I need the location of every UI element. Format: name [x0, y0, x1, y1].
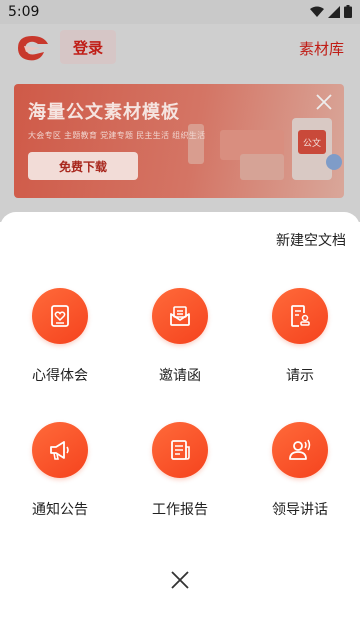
template-item-qingshi[interactable]: 请示 [240, 288, 360, 385]
banner-subtitle: 大会专区 主题教育 党建专题 民主生活 组织生活 [28, 131, 206, 140]
speaker-person-icon [289, 439, 311, 460]
battery-icon [344, 5, 352, 18]
megaphone-icon [50, 441, 69, 460]
template-icon-circle[interactable] [152, 422, 208, 478]
status-time: 5:09 [8, 4, 40, 20]
banner-decoration [240, 154, 284, 180]
status-bar: 5:09 [0, 0, 360, 24]
new-blank-doc-link[interactable]: 新建空文档 [276, 230, 346, 250]
signal-icon [328, 5, 340, 18]
template-label: 邀请函 [159, 368, 201, 384]
app-logo-icon[interactable] [14, 32, 50, 64]
template-item-yaoqinghan[interactable]: 邀请函 [120, 288, 240, 385]
template-label: 心得体会 [32, 368, 88, 384]
login-button[interactable]: 登录 [60, 30, 116, 64]
new-document-sheet: 新建空文档 心得体会 邀请函 请示 通知公告 工作报告 领导讲话 [0, 212, 360, 640]
template-label: 请示 [286, 368, 314, 384]
banner-close-icon[interactable] [312, 90, 336, 114]
heart-note-icon [51, 305, 69, 327]
app-header: 登录 素材库 [0, 24, 360, 72]
template-label: 领导讲话 [272, 502, 328, 518]
close-icon[interactable] [168, 568, 192, 592]
envelope-icon [170, 306, 190, 326]
free-download-button[interactable]: 免费下载 [28, 152, 138, 180]
template-icon-circle[interactable] [32, 422, 88, 478]
template-icon-circle[interactable] [272, 422, 328, 478]
report-icon [171, 440, 190, 460]
template-icon-circle[interactable] [272, 288, 328, 344]
library-link[interactable]: 素材库 [299, 38, 344, 59]
banner-decoration [326, 154, 342, 170]
template-icon-circle[interactable] [152, 288, 208, 344]
template-label: 通知公告 [32, 502, 88, 518]
template-item-xindetihui[interactable]: 心得体会 [0, 288, 120, 385]
document-stamp-icon [291, 305, 310, 327]
status-icons [310, 5, 352, 18]
template-item-lingdaojianghua[interactable]: 领导讲话 [240, 422, 360, 519]
banner-doc-badge: 公文 [298, 130, 326, 154]
wifi-icon [310, 6, 324, 17]
template-label: 工作报告 [152, 502, 208, 518]
template-item-gongzuobaogao[interactable]: 工作报告 [120, 422, 240, 519]
template-icon-circle[interactable] [32, 288, 88, 344]
banner-title: 海量公文素材模板 [28, 102, 180, 123]
template-item-tongzhigonggao[interactable]: 通知公告 [0, 422, 120, 519]
promo-banner[interactable]: 公文 海量公文素材模板 大会专区 主题教育 党建专题 民主生活 组织生活 免费下… [14, 84, 344, 198]
